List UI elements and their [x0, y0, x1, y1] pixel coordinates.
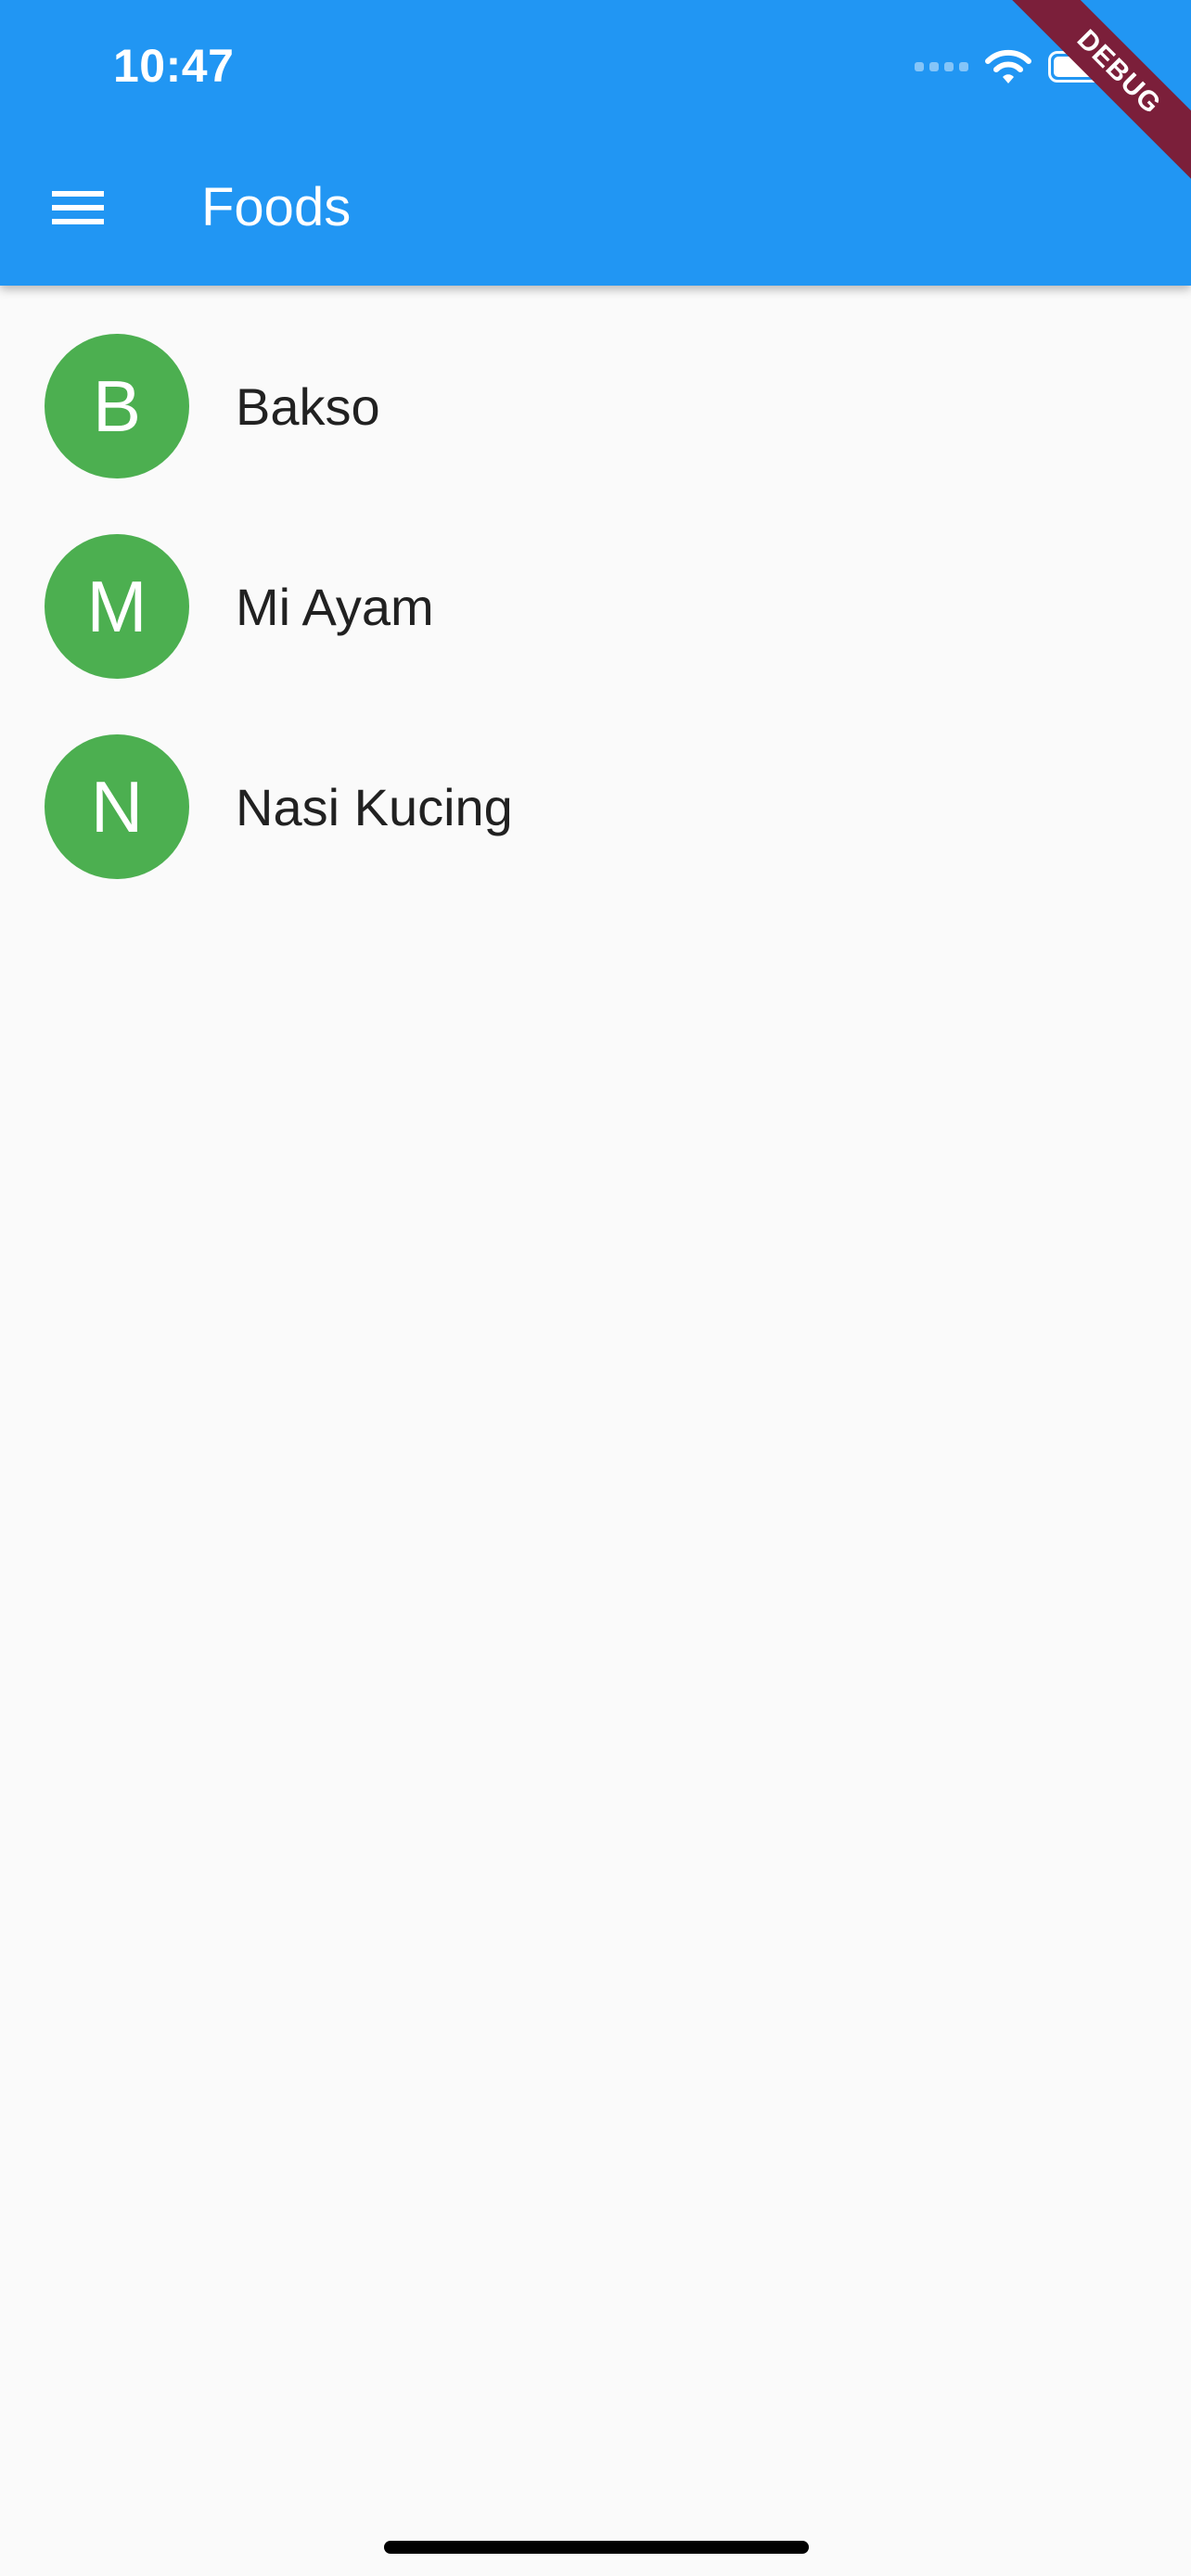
- food-list: B Bakso M Mi Ayam N Nasi Kucing: [0, 306, 1191, 907]
- home-indicator[interactable]: [384, 2541, 809, 2554]
- avatar: M: [45, 534, 189, 679]
- debug-banner: DEBUG: [1005, 0, 1191, 185]
- list-item-title: Bakso: [236, 376, 380, 436]
- debug-banner-label: DEBUG: [1005, 0, 1191, 185]
- page-title: Foods: [201, 177, 352, 237]
- list-item[interactable]: M Mi Ayam: [0, 506, 1191, 707]
- list-item[interactable]: B Bakso: [0, 306, 1191, 506]
- status-time: 10:47: [113, 40, 235, 92]
- menu-icon[interactable]: [52, 185, 104, 230]
- cellular-signal-icon: [915, 62, 968, 71]
- avatar: N: [45, 734, 189, 879]
- avatar: B: [45, 334, 189, 478]
- list-item-title: Nasi Kucing: [236, 777, 513, 836]
- list-item[interactable]: N Nasi Kucing: [0, 707, 1191, 907]
- list-item-title: Mi Ayam: [236, 577, 434, 636]
